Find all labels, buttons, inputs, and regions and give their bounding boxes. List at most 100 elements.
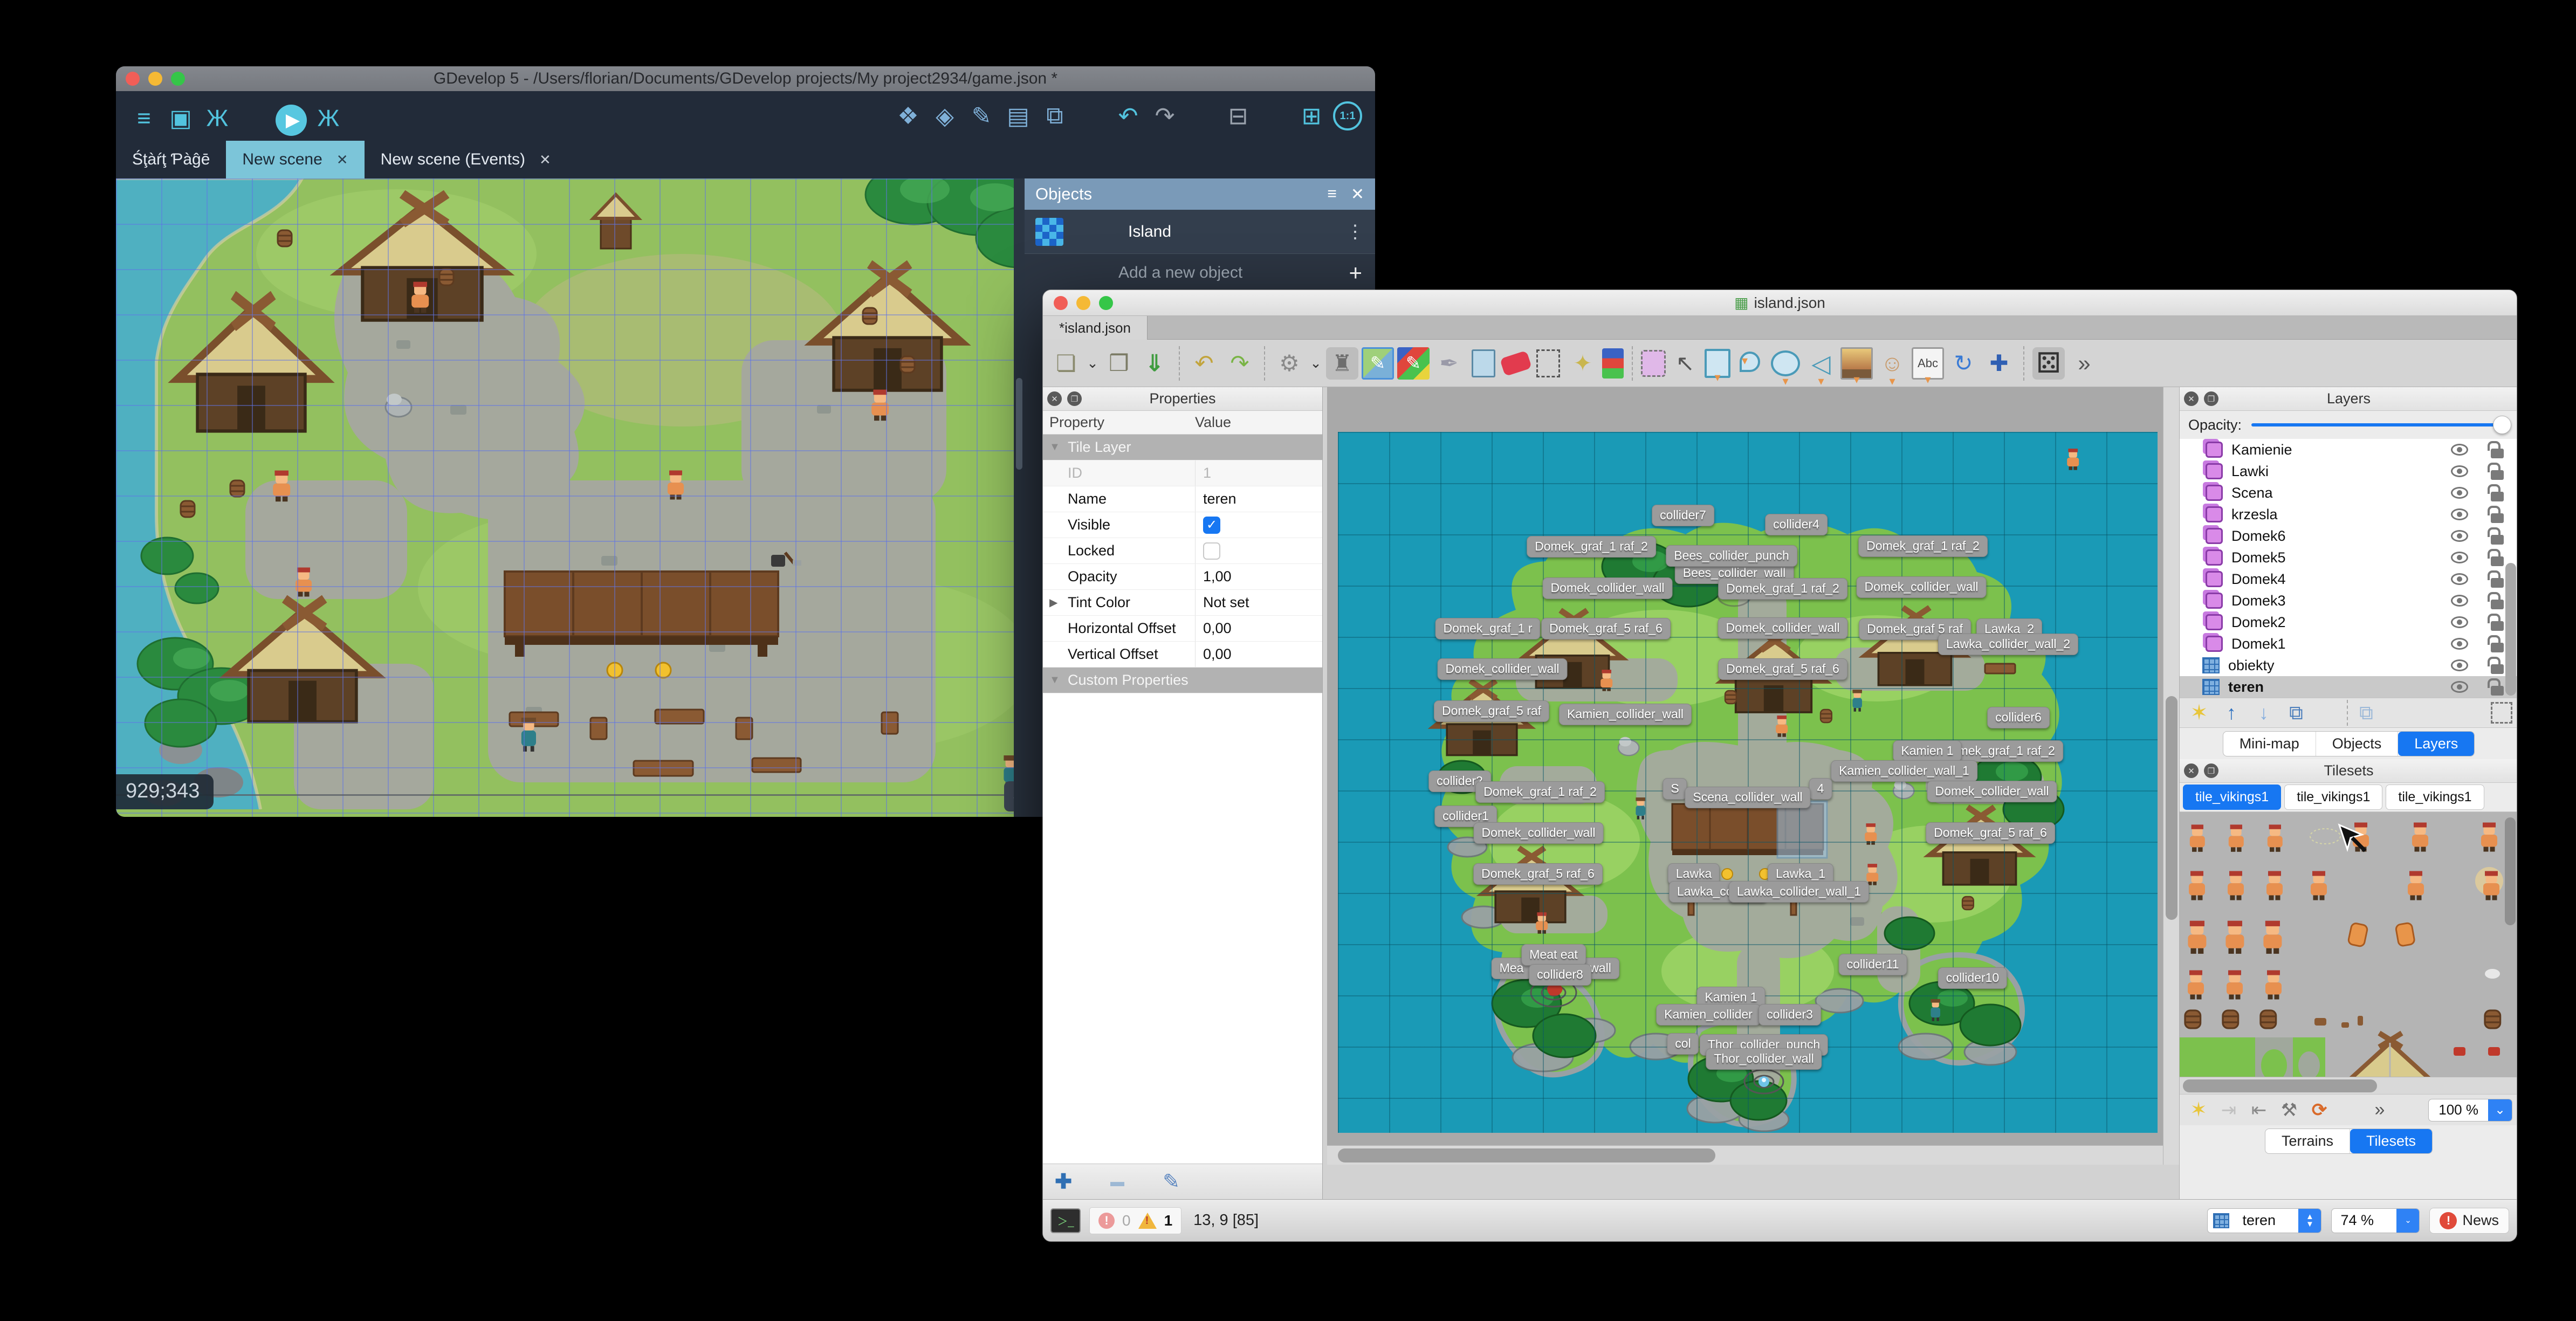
- gd-grid-icon[interactable]: [1296, 101, 1327, 131]
- object-label[interactable]: collider3: [1758, 1004, 1821, 1026]
- unlocked-padlock-icon[interactable]: [2488, 614, 2504, 631]
- gd-objects-icon[interactable]: [893, 101, 923, 131]
- map-horizontal-scrollbar[interactable]: [1327, 1145, 2163, 1165]
- layer-row[interactable]: Lawki: [2180, 460, 2517, 482]
- object-label[interactable]: Domek_graf_1 raf_2: [1475, 781, 1605, 803]
- gd-sep[interactable]: [1260, 101, 1290, 131]
- visibility-eye-icon[interactable]: [2451, 465, 2468, 477]
- object-label[interactable]: Domek_collider_wall: [1437, 658, 1568, 680]
- property-row[interactable]: Visible checked✓: [1043, 512, 1322, 538]
- td-undo-icon[interactable]: [1188, 347, 1220, 380]
- pf-add-icon[interactable]: [1052, 1170, 1075, 1194]
- visibility-eye-icon[interactable]: [2451, 595, 2468, 607]
- ts-edit-icon[interactable]: [2276, 1097, 2303, 1123]
- ly-add-icon[interactable]: [2185, 700, 2213, 726]
- layer-row[interactable]: Kamienie: [2180, 439, 2517, 460]
- property-row[interactable]: Vertical Offset 0,00✓: [1043, 642, 1322, 668]
- td-sep[interactable]: [2023, 346, 2024, 381]
- td-new-icon[interactable]: [1050, 347, 1082, 380]
- visibility-eye-icon[interactable]: [2451, 659, 2468, 671]
- dock-tab[interactable]: Layers: [2398, 731, 2475, 756]
- layer-row[interactable]: Scena: [2180, 482, 2517, 504]
- visibility-eye-icon[interactable]: [2451, 487, 2468, 499]
- object-label[interactable]: Kamien_collider_wall: [1558, 704, 1692, 725]
- td-move-icon[interactable]: [1983, 347, 2015, 380]
- object-label[interactable]: Kamien_collider_wall_1: [1831, 760, 1977, 782]
- issue-counts[interactable]: ! 0 1: [1089, 1207, 1182, 1234]
- unlocked-padlock-icon[interactable]: [2488, 635, 2504, 652]
- property-row[interactable]: Locked ✓: [1043, 538, 1322, 564]
- layer-row[interactable]: Domek2: [2180, 611, 2517, 633]
- object-label[interactable]: collider7: [1652, 505, 1714, 526]
- td-shape-rect-icon[interactable]: [1705, 348, 1730, 378]
- gd-sep[interactable]: [1186, 101, 1217, 131]
- object-label[interactable]: Bees_collider_punch: [1666, 545, 1797, 567]
- add-object-row[interactable]: Add a new object +: [1025, 254, 1375, 292]
- object-label[interactable]: Domek_graf_1 r: [1435, 618, 1541, 639]
- ly-other-icon[interactable]: [2352, 700, 2380, 726]
- unlocked-padlock-icon[interactable]: [2488, 592, 2504, 609]
- visibility-eye-icon[interactable]: [2451, 508, 2468, 520]
- object-label[interactable]: Domek_collider_wall: [1473, 822, 1604, 844]
- object-label[interactable]: Domek_collider_wall: [1856, 576, 1987, 598]
- td-lasso-icon[interactable]: [1641, 349, 1666, 377]
- gd-undo-icon[interactable]: [1113, 101, 1143, 131]
- object-label[interactable]: Domek_graf_5 raf_6: [1718, 658, 1847, 680]
- td-layerfill-icon[interactable]: [1602, 348, 1624, 379]
- td-commands-icon[interactable]: [1273, 347, 1306, 380]
- object-label[interactable]: Lawka_collider_wall_2: [1938, 634, 2079, 655]
- visibility-eye-icon[interactable]: [2451, 638, 2468, 650]
- object-label[interactable]: Domek_graf_5 raf_6: [1541, 618, 1671, 639]
- layer-row[interactable]: Domek5: [2180, 547, 2517, 568]
- property-row[interactable]: ID 1✓: [1043, 460, 1322, 486]
- ly-dup-icon[interactable]: [2282, 700, 2310, 726]
- layer-row[interactable]: Domek6: [2180, 525, 2517, 547]
- visibility-eye-icon[interactable]: [2451, 444, 2468, 456]
- unlocked-padlock-icon[interactable]: [2488, 657, 2504, 674]
- object-label[interactable]: collider10: [1938, 967, 2008, 989]
- property-row[interactable]: Horizontal Offset 0,00✓: [1043, 616, 1322, 642]
- td-open-icon[interactable]: [1103, 347, 1135, 380]
- dock-tab[interactable]: Objects: [2316, 731, 2399, 756]
- layer-row[interactable]: krzesla: [2180, 504, 2517, 525]
- unlocked-padlock-icon[interactable]: [2488, 527, 2504, 545]
- tileset-horizontal-scrollbar[interactable]: [2180, 1077, 2517, 1094]
- td-wand-icon[interactable]: [1567, 347, 1599, 380]
- td-save-icon[interactable]: [1138, 347, 1171, 380]
- gd-groups-icon[interactable]: [930, 101, 960, 131]
- object-label[interactable]: Scena_collider_wall: [1685, 787, 1811, 808]
- gd-preview-icon[interactable]: [276, 105, 307, 136]
- pf-remove-icon[interactable]: [1105, 1170, 1129, 1194]
- console-icon[interactable]: ＞_: [1050, 1208, 1081, 1233]
- object-label[interactable]: Domek_collider_wall: [1718, 617, 1848, 639]
- gd-zoom11-icon[interactable]: [1333, 101, 1362, 130]
- ly-trash-icon[interactable]: [2314, 700, 2343, 726]
- td-nib-icon[interactable]: [1433, 347, 1465, 380]
- dock-tab[interactable]: Tilesets: [2350, 1129, 2433, 1153]
- td-shape-template-icon[interactable]: [1876, 347, 1908, 380]
- td-shape-point-icon[interactable]: [1734, 347, 1766, 380]
- visibility-eye-icon[interactable]: [2451, 530, 2468, 542]
- news-button[interactable]: ! News: [2429, 1207, 2509, 1234]
- object-label[interactable]: Domek_graf_1 raf_2: [1858, 535, 1988, 557]
- td-redo-icon[interactable]: [1224, 347, 1256, 380]
- td-sep[interactable]: [1264, 346, 1265, 381]
- layer-list-scrollbar[interactable]: [2505, 563, 2516, 696]
- td-stampmap-icon[interactable]: [1362, 347, 1394, 380]
- gd-redo-icon[interactable]: [1150, 101, 1180, 131]
- layer-select[interactable]: teren ▲ ▼: [2207, 1208, 2322, 1233]
- filter-icon[interactable]: ≡: [1327, 185, 1337, 204]
- ts-add-icon[interactable]: [2185, 1097, 2212, 1123]
- tiled-titlebar[interactable]: ▦ island.json: [1043, 290, 2517, 316]
- td-polyedit-icon[interactable]: [1669, 347, 1701, 380]
- tileset-tab[interactable]: tile_vikings1: [2183, 785, 2282, 810]
- gd-props-icon[interactable]: [1003, 101, 1033, 131]
- ly-sep-icon[interactable]: [2347, 700, 2348, 726]
- td-dice-icon[interactable]: [2032, 347, 2065, 380]
- unlocked-padlock-icon[interactable]: [2488, 570, 2504, 588]
- object-label[interactable]: Domek_collider_wall: [1542, 577, 1673, 599]
- property-row[interactable]: Tint Color Not set✓: [1043, 590, 1322, 616]
- editor-tab[interactable]: New scene ✕: [226, 141, 365, 178]
- td-stamp-icon[interactable]: [1326, 347, 1358, 380]
- dock-tab[interactable]: Mini-map: [2223, 731, 2316, 756]
